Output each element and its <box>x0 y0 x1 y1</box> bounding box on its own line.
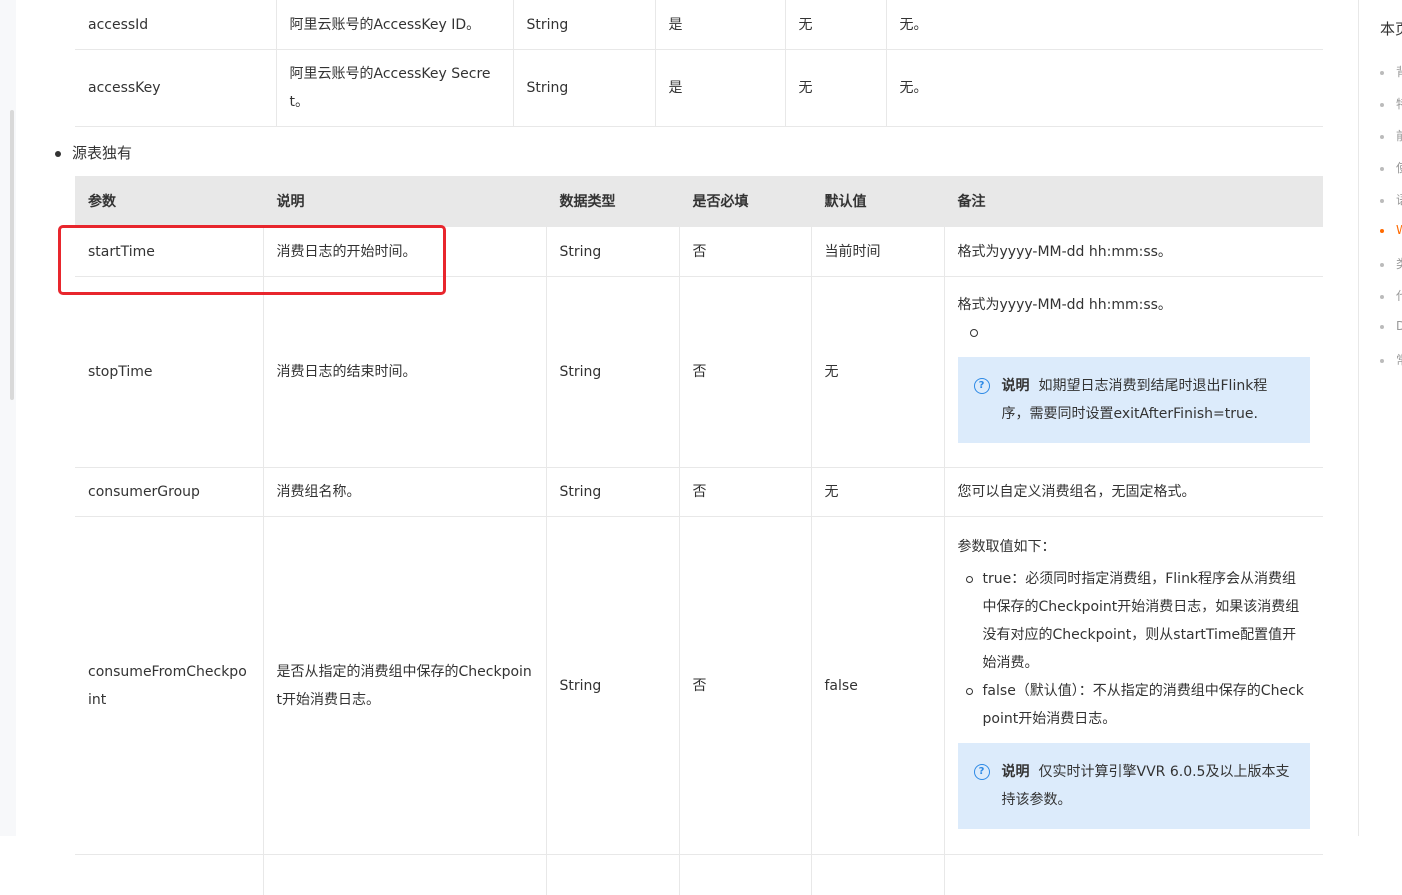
param-default: 当前时间 <box>811 227 944 277</box>
note-title: 说明 <box>1002 378 1030 394</box>
toc-title: 本页 <box>1380 18 1402 39</box>
param-remark: 无。 <box>886 50 1323 127</box>
header-type: 数据类型 <box>546 177 679 227</box>
remark-format: 格式为yyyy-MM-dd hh:mm:ss。 <box>958 291 1311 319</box>
toc-item[interactable]: 特 <box>1380 95 1402 112</box>
param-type: String <box>546 468 679 517</box>
header-default: 默认值 <box>811 177 944 227</box>
note-title: 说明 <box>1002 764 1030 780</box>
header-param: 参数 <box>75 177 263 227</box>
main-content: accessId 阿里云账号的AccessKey ID。 String 是 无 … <box>75 0 1323 127</box>
table-row <box>75 855 1323 895</box>
param-default: 无 <box>811 277 944 468</box>
param-type: String <box>546 517 679 855</box>
param-required: 否 <box>679 227 811 277</box>
params-table-common: accessId 阿里云账号的AccessKey ID。 String 是 无 … <box>75 0 1323 127</box>
param-required: 否 <box>679 517 811 855</box>
toc-item[interactable]: 前 <box>1380 127 1402 144</box>
circle-bullet-icon <box>970 329 978 337</box>
param-type: String <box>546 277 679 468</box>
dot-icon <box>1380 263 1384 267</box>
toc-item[interactable]: 代 <box>1380 287 1402 304</box>
dot-icon <box>1380 135 1384 139</box>
table-row: accessId 阿里云账号的AccessKey ID。 String 是 无 … <box>75 0 1323 50</box>
toc-item[interactable]: 常 <box>1380 351 1402 368</box>
param-required: 否 <box>679 468 811 517</box>
note-text: 仅实时计算引擎VVR 6.0.5及以上版本支持该参数。 <box>1002 764 1290 808</box>
param-name: stopTime <box>75 277 263 468</box>
dot-icon <box>1380 359 1384 363</box>
param-name: startTime <box>75 227 263 277</box>
param-default: 无 <box>811 468 944 517</box>
param-required: 否 <box>679 277 811 468</box>
params-table-source: 参数 说明 数据类型 是否必填 默认值 备注 startTime 消费日志的开始… <box>75 176 1323 895</box>
dot-icon <box>1380 71 1384 75</box>
param-name: accessKey <box>75 50 276 127</box>
param-desc: 消费日志的结束时间。 <box>263 277 546 468</box>
empty-sub-bullet <box>958 319 1311 347</box>
toc-item[interactable]: 使 <box>1380 159 1402 176</box>
bullet-dot <box>55 151 61 157</box>
table-row: startTime 消费日志的开始时间。 String 否 当前时间 格式为yy… <box>75 227 1323 277</box>
dot-icon <box>1380 167 1384 171</box>
param-remark: 无。 <box>886 0 1323 50</box>
toc-item-active[interactable]: W <box>1380 223 1402 237</box>
param-name: consumerGroup <box>75 468 263 517</box>
param-type: String <box>513 50 655 127</box>
param-default: 无 <box>785 50 886 127</box>
param-type: String <box>513 0 655 50</box>
param-desc: 是否从指定的消费组中保存的Checkpoint开始消费日志。 <box>263 517 546 855</box>
toc-divider <box>1358 0 1359 836</box>
table-row: accessKey 阿里云账号的AccessKey Secret。 String… <box>75 50 1323 127</box>
table-row: stopTime 消费日志的结束时间。 String 否 无 格式为yyyy-M… <box>75 277 1323 468</box>
list-item: true：必须同时指定消费组，Flink程序会从消费组中保存的Checkpoin… <box>958 565 1311 677</box>
toc-item[interactable]: D <box>1380 319 1402 333</box>
param-desc: 消费组名称。 <box>263 468 546 517</box>
list-item: false（默认值）：不从指定的消费组中保存的Checkpoint开始消费日志。 <box>958 677 1311 733</box>
toc-item[interactable]: 背 <box>1380 63 1402 80</box>
param-remark: 参数取值如下： true：必须同时指定消费组，Flink程序会从消费组中保存的C… <box>944 517 1323 855</box>
param-remark: 格式为yyyy-MM-dd hh:mm:ss。 <box>944 227 1323 277</box>
param-remark: 您可以自定义消费组名，无固定格式。 <box>944 468 1323 517</box>
param-desc: 阿里云账号的AccessKey Secret。 <box>276 50 513 127</box>
dot-icon <box>1380 103 1384 107</box>
toc-item[interactable]: 类 <box>1380 255 1402 272</box>
section-bullet: 源表独有 <box>55 140 132 166</box>
param-required: 是 <box>655 0 785 50</box>
left-scrollbar[interactable] <box>10 110 14 400</box>
param-desc: 消费日志的开始时间。 <box>263 227 546 277</box>
param-default: 无 <box>785 0 886 50</box>
option-list: true：必须同时指定消费组，Flink程序会从消费组中保存的Checkpoin… <box>958 565 1311 733</box>
header-remark: 备注 <box>944 177 1323 227</box>
note-callout: ? 说明仅实时计算引擎VVR 6.0.5及以上版本支持该参数。 <box>958 743 1311 829</box>
header-desc: 说明 <box>263 177 546 227</box>
dot-icon <box>1380 199 1384 203</box>
param-type: String <box>546 227 679 277</box>
note-callout: ? 说明如期望日志消费到结尾时退出Flink程序，需要同时设置exitAfter… <box>958 357 1311 443</box>
param-default: false <box>811 517 944 855</box>
question-icon: ? <box>974 378 990 394</box>
note-body: 说明仅实时计算引擎VVR 6.0.5及以上版本支持该参数。 <box>1002 758 1293 814</box>
question-icon: ? <box>974 764 990 780</box>
toc-item[interactable]: 语 <box>1380 191 1402 208</box>
table-row: consumeFromCheckpoint 是否从指定的消费组中保存的Check… <box>75 517 1323 855</box>
param-required: 是 <box>655 50 785 127</box>
toc-panel: 本页 背 特 前 使 语 W 类 代 D 常 <box>1380 0 1402 836</box>
dot-icon <box>1380 295 1384 299</box>
table-header-row: 参数 说明 数据类型 是否必填 默认值 备注 <box>75 177 1323 227</box>
param-remark: 格式为yyyy-MM-dd hh:mm:ss。 ? 说明如期望日志消费到结尾时退… <box>944 277 1323 468</box>
remark-intro: 参数取值如下： <box>958 533 1311 561</box>
section-label: 源表独有 <box>72 144 132 162</box>
param-name: accessId <box>75 0 276 50</box>
dot-icon <box>1380 229 1384 233</box>
param-name: consumeFromCheckpoint <box>75 517 263 855</box>
note-body: 说明如期望日志消费到结尾时退出Flink程序，需要同时设置exitAfterFi… <box>1002 372 1293 428</box>
param-desc: 阿里云账号的AccessKey ID。 <box>276 0 513 50</box>
note-text: 如期望日志消费到结尾时退出Flink程序，需要同时设置exitAfterFini… <box>1002 378 1268 422</box>
dot-icon <box>1380 325 1384 329</box>
table-row: consumerGroup 消费组名称。 String 否 无 您可以自定义消费… <box>75 468 1323 517</box>
header-required: 是否必填 <box>679 177 811 227</box>
